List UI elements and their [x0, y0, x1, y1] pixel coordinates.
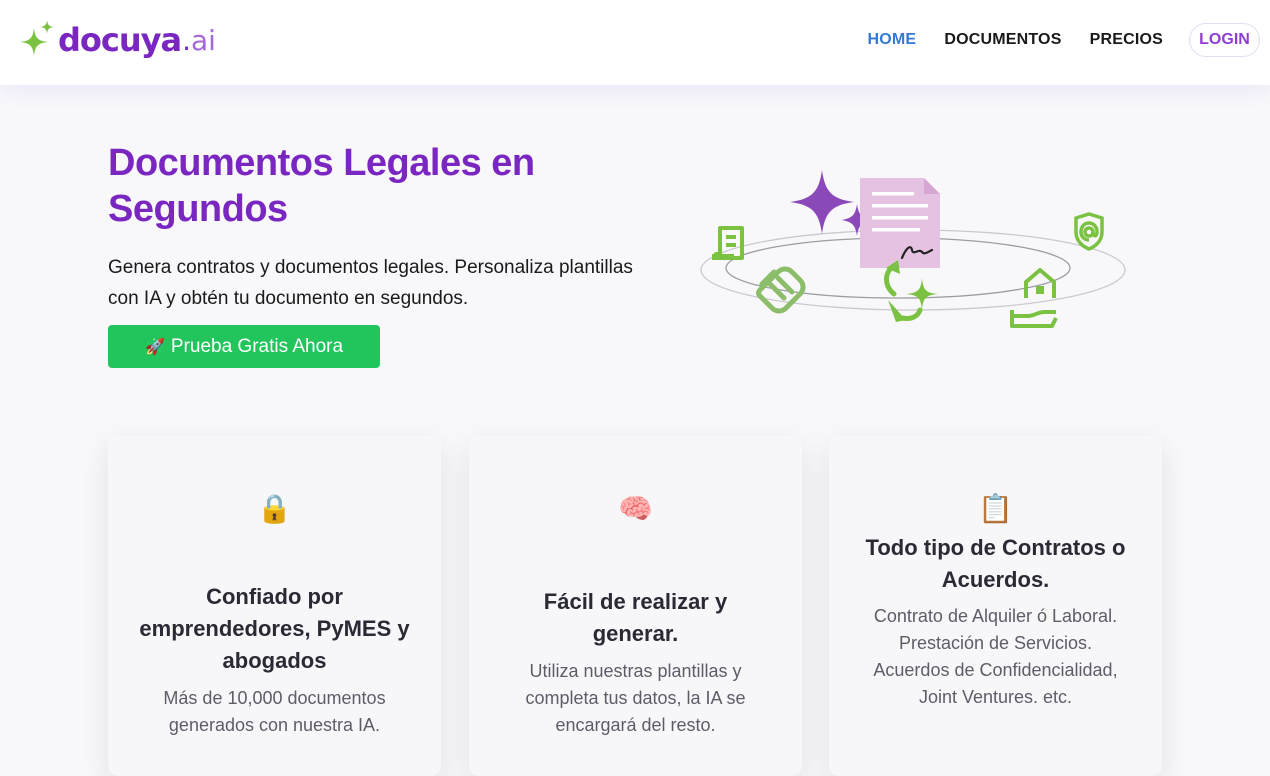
clipboard-icon: 📋: [978, 493, 1013, 524]
hero-subtitle: Genera contratos y documentos legales. P…: [108, 257, 633, 309]
cta-label: Prueba Gratis Ahora: [170, 335, 344, 357]
hero-illustration: [700, 170, 1126, 328]
nav-home[interactable]: HOME: [868, 31, 917, 49]
feature-title: Confiado por emprendedores, PyMES y abog…: [139, 584, 410, 673]
refresh-sparkle-icon: [884, 260, 938, 322]
cta-button[interactable]: 🚀 Prueba Gratis Ahora: [108, 325, 380, 368]
nav-precios[interactable]: PRECIOS: [1090, 31, 1163, 49]
rocket-icon: 🚀: [144, 338, 165, 356]
logo-suffix: ai: [191, 23, 216, 57]
shield-at-icon: [1074, 212, 1104, 251]
document-icon: [860, 178, 940, 268]
logo-dot: .: [182, 23, 191, 57]
feature-title: Todo tipo de Contratos o Acuerdos.: [865, 535, 1126, 592]
logo-name: docuya: [58, 21, 182, 59]
logo[interactable]: docuya. ai: [20, 18, 216, 62]
feature-title: Fácil de realizar y generar.: [543, 589, 728, 646]
sparkle-icon: [20, 20, 54, 56]
feature-text: Contrato de Alquiler ó Laboral. Prestaci…: [873, 606, 1118, 707]
login-button[interactable]: LOGIN: [1189, 23, 1260, 57]
feature-card-contracts: 📋 Todo tipo de Contratos o Acuerdos. Con…: [829, 436, 1162, 776]
brain-icon: 🧠: [618, 493, 653, 524]
main-nav: HOME DOCUMENTOS PRECIOS LOGIN: [840, 0, 1260, 80]
feature-text: Más de 10,000 documentos generados con n…: [163, 688, 386, 735]
house-hand-icon: [1010, 268, 1058, 328]
feature-card-easy: 🧠 Fácil de realizar y generar. Utiliza n…: [469, 436, 802, 776]
lock-icon: 🔒: [257, 493, 292, 524]
feature-text: Utiliza nuestras plantillas y completa t…: [525, 661, 746, 735]
feature-card-trust: 🔒 Confiado por emprendedores, PyMES y ab…: [108, 436, 441, 776]
hero-title: Documentos Legales en Segundos: [108, 142, 535, 230]
receipt-icon: [712, 226, 744, 260]
nav-documentos[interactable]: DOCUMENTOS: [944, 31, 1061, 49]
site-header: docuya. ai HOME DOCUMENTOS PRECIOS LOGIN: [0, 0, 1270, 85]
